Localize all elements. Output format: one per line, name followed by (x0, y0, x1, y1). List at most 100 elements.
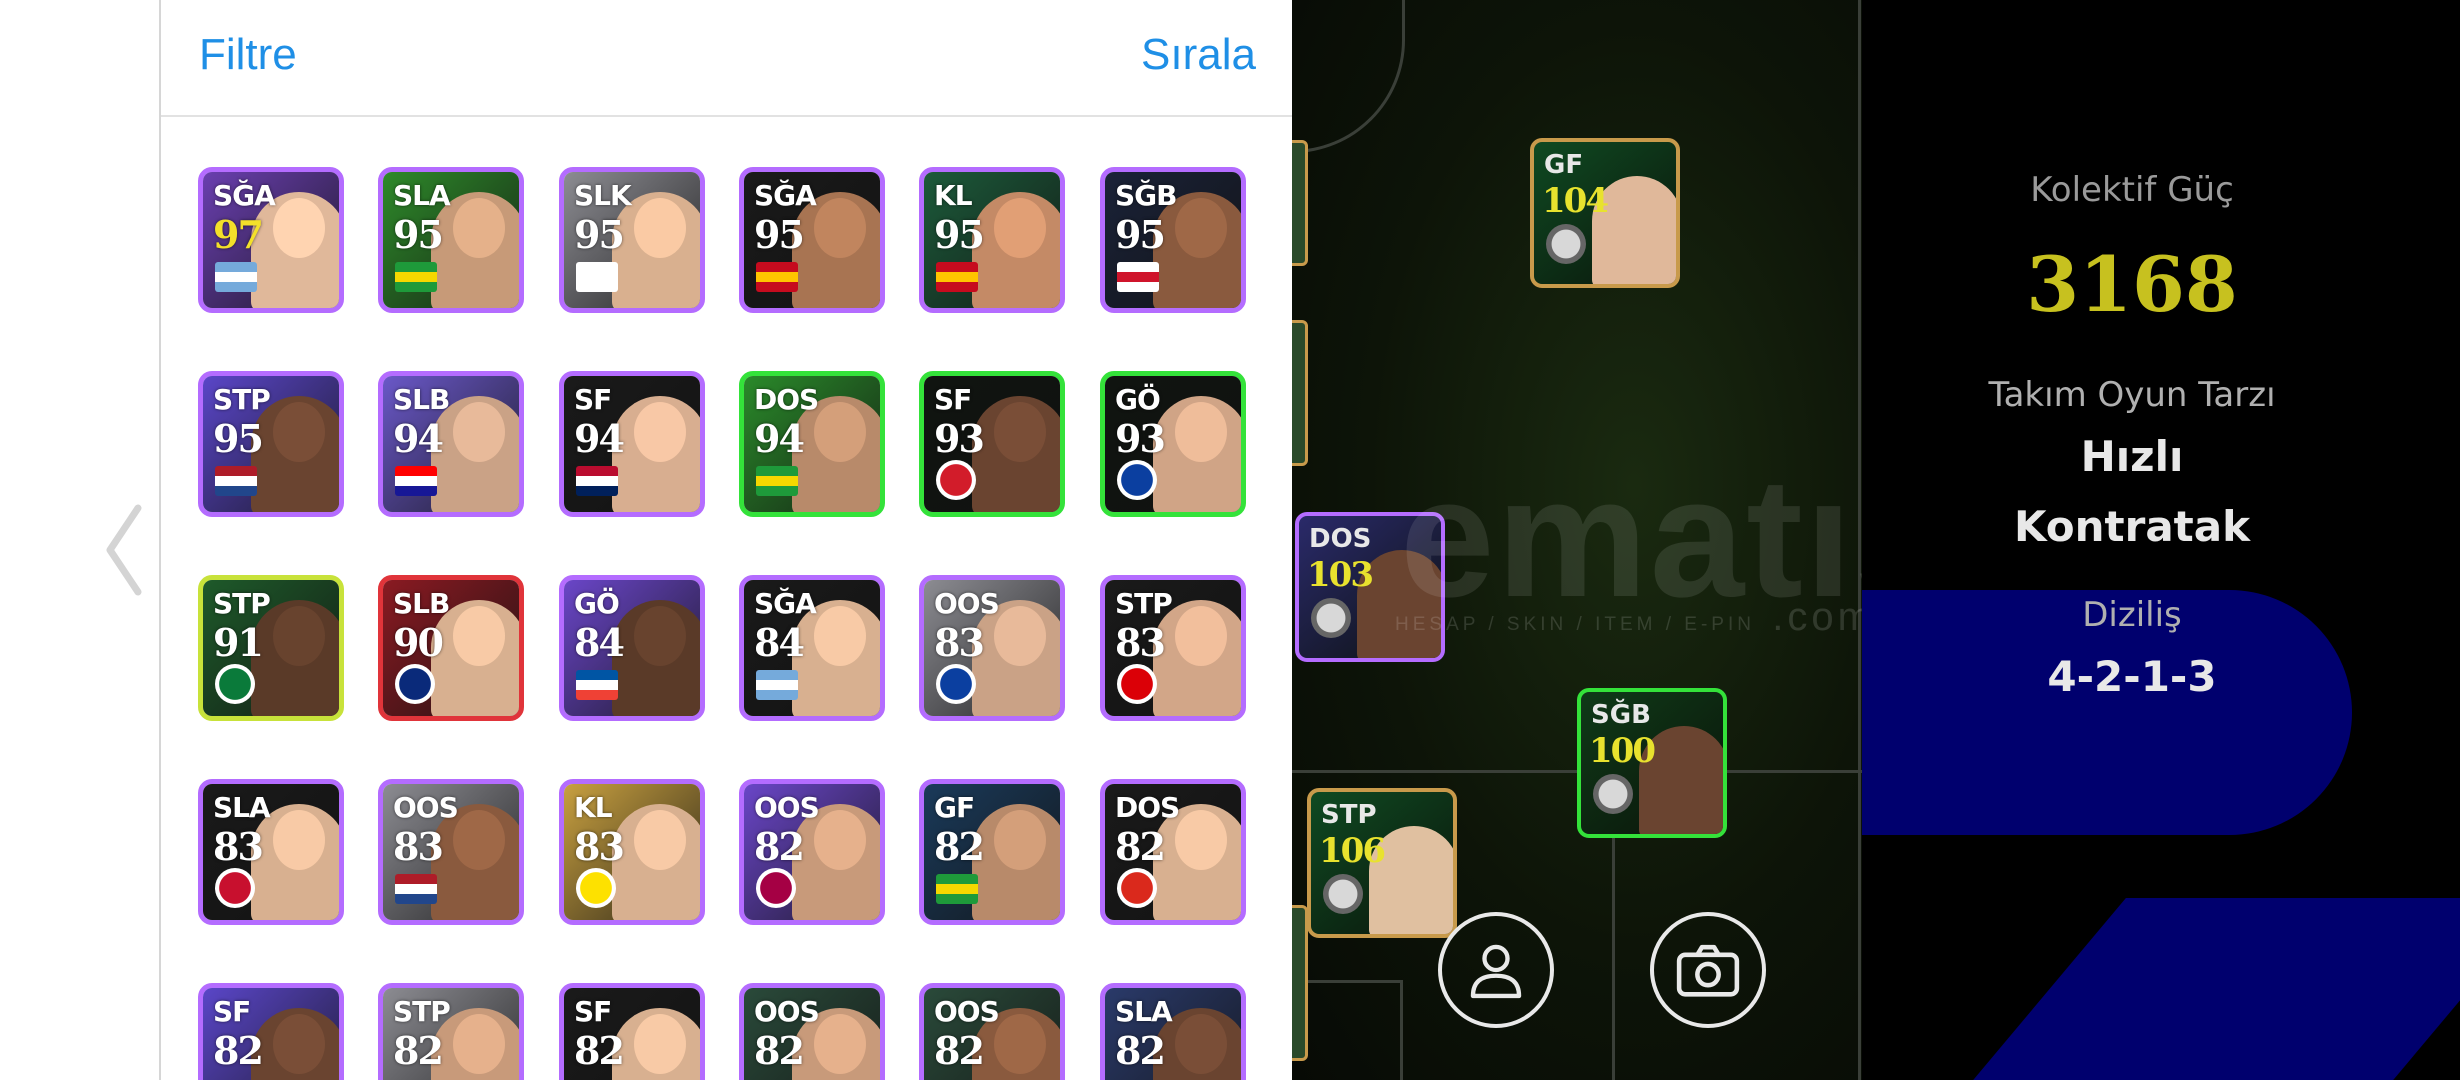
chevron-left-icon[interactable] (100, 500, 150, 600)
player-card[interactable]: SĞB 95 (1100, 167, 1246, 313)
card-position: SF (213, 995, 251, 1028)
camera-button[interactable] (1650, 912, 1766, 1028)
player-card[interactable]: SĞA 84 (739, 575, 885, 721)
card-position: STP (213, 587, 271, 620)
player-card[interactable]: SĞA 95 (739, 167, 885, 313)
player-card[interactable]: SF 93 (919, 371, 1065, 517)
card-rating: 97 (213, 212, 264, 257)
player-card[interactable]: GÖ 84 (559, 575, 705, 721)
card-position: SĞA (754, 179, 817, 212)
player-card[interactable]: DOS 94 (739, 371, 885, 517)
player-card[interactable]: OOS 82 (739, 779, 885, 925)
pitch-line (1292, 0, 1405, 153)
club-badge-icon (1117, 664, 1157, 704)
card-rating: 83 (574, 824, 625, 869)
player-card[interactable]: OOS 83 (919, 575, 1065, 721)
formation-value: 4-2-1-3 (2047, 652, 2217, 701)
player-card[interactable]: SF 82 (198, 983, 344, 1080)
player-portrait (612, 804, 700, 920)
player-card[interactable]: SLB 94 (378, 371, 524, 517)
card-rating: 83 (934, 620, 985, 665)
player-card[interactable]: SĞA 97 (198, 167, 344, 313)
field-card-position: DOS (1309, 524, 1372, 554)
decor-shape (1958, 898, 2460, 1080)
card-rating: 95 (1115, 212, 1166, 257)
player-card[interactable]: SF 94 (559, 371, 705, 517)
nation-flag-icon (936, 262, 978, 292)
edge-card-strip (1292, 320, 1308, 466)
team-playstyle-value-line2: Kontratak (2013, 502, 2251, 551)
club-badge-icon (1117, 460, 1157, 500)
nation-flag-icon (215, 262, 257, 292)
field-card-rating: 100 (1589, 731, 1656, 771)
player-card[interactable]: GF 82 (919, 779, 1065, 925)
team-stats-panel: Kolektif Güç 3168 Takım Oyun Tarzı Hızlı… (1862, 0, 2460, 1080)
player-portrait (612, 600, 700, 716)
sort-button[interactable]: Sırala (1141, 30, 1256, 80)
card-position: STP (1115, 587, 1173, 620)
player-card[interactable]: OOS 83 (378, 779, 524, 925)
nation-flag-icon (576, 262, 618, 292)
player-card[interactable]: SLB 90 (378, 575, 524, 721)
player-card[interactable]: STP 91 (198, 575, 344, 721)
watermark-subtext: HESAP / SKIN / ITEM / E-PIN .com (1395, 595, 1875, 640)
player-card[interactable]: STP 83 (1100, 575, 1246, 721)
card-rating: 94 (754, 416, 805, 461)
player-card[interactable]: STP 82 (378, 983, 524, 1080)
card-position: SLA (393, 179, 451, 212)
club-badge-icon (1323, 874, 1363, 914)
player-card[interactable]: GÖ 93 (1100, 371, 1246, 517)
card-position: DOS (1115, 791, 1180, 824)
nation-flag-icon (936, 874, 978, 904)
card-position: SLB (393, 587, 450, 620)
player-portrait (972, 192, 1060, 308)
player-card[interactable]: OOS 82 (739, 983, 885, 1080)
player-profile-button[interactable] (1438, 912, 1554, 1028)
card-position: SĞA (213, 179, 276, 212)
field-player-card[interactable]: SĞB 100 (1577, 688, 1727, 838)
player-card[interactable]: STP 95 (198, 371, 344, 517)
nation-flag-icon (756, 466, 798, 496)
club-badge-icon (1117, 868, 1157, 908)
card-rating: 90 (393, 620, 444, 665)
card-position: SĞA (754, 587, 817, 620)
field-card-position: GF (1544, 150, 1584, 180)
player-card[interactable]: KL 83 (559, 779, 705, 925)
person-icon (1470, 944, 1522, 999)
card-rating: 94 (393, 416, 444, 461)
card-position: STP (393, 995, 451, 1028)
player-portrait (972, 804, 1060, 920)
card-position: SLA (213, 791, 271, 824)
card-position: OOS (934, 587, 1000, 620)
card-position: STP (213, 383, 271, 416)
player-card-grid: SĞA 97 SLA 95 SLK 95 SĞA 95 KL 95 SĞB 95 STP 95 SLB 94 S… (161, 115, 1294, 1080)
player-card[interactable]: DOS 82 (1100, 779, 1246, 925)
player-card[interactable]: SF 82 (559, 983, 705, 1080)
card-rating: 82 (934, 1028, 985, 1073)
nation-flag-icon (576, 466, 618, 496)
player-card[interactable]: KL 95 (919, 167, 1065, 313)
nation-flag-icon (756, 670, 798, 700)
card-rating: 91 (213, 620, 264, 665)
nation-flag-icon (215, 466, 257, 496)
card-rating: 95 (754, 212, 805, 257)
filter-button[interactable]: Filtre (199, 30, 297, 80)
card-position: OOS (754, 995, 820, 1028)
card-rating: 95 (393, 212, 444, 257)
player-card[interactable]: SLA 82 (1100, 983, 1246, 1080)
player-card[interactable]: SLA 83 (198, 779, 344, 925)
player-card[interactable]: SLK 95 (559, 167, 705, 313)
formation-label: Diziliş (2082, 595, 2182, 635)
card-position: OOS (754, 791, 820, 824)
card-position: DOS (754, 383, 819, 416)
club-badge-icon (936, 664, 976, 704)
field-player-card[interactable]: GF 104 (1530, 138, 1680, 288)
card-position: SĞB (1115, 179, 1177, 212)
player-card[interactable]: OOS 82 (919, 983, 1065, 1080)
player-card[interactable]: SLA 95 (378, 167, 524, 313)
card-rating: 95 (574, 212, 625, 257)
player-portrait (972, 396, 1060, 512)
field-player-card[interactable]: STP 106 (1307, 788, 1457, 938)
card-position: SF (574, 995, 612, 1028)
card-rating: 83 (213, 824, 264, 869)
